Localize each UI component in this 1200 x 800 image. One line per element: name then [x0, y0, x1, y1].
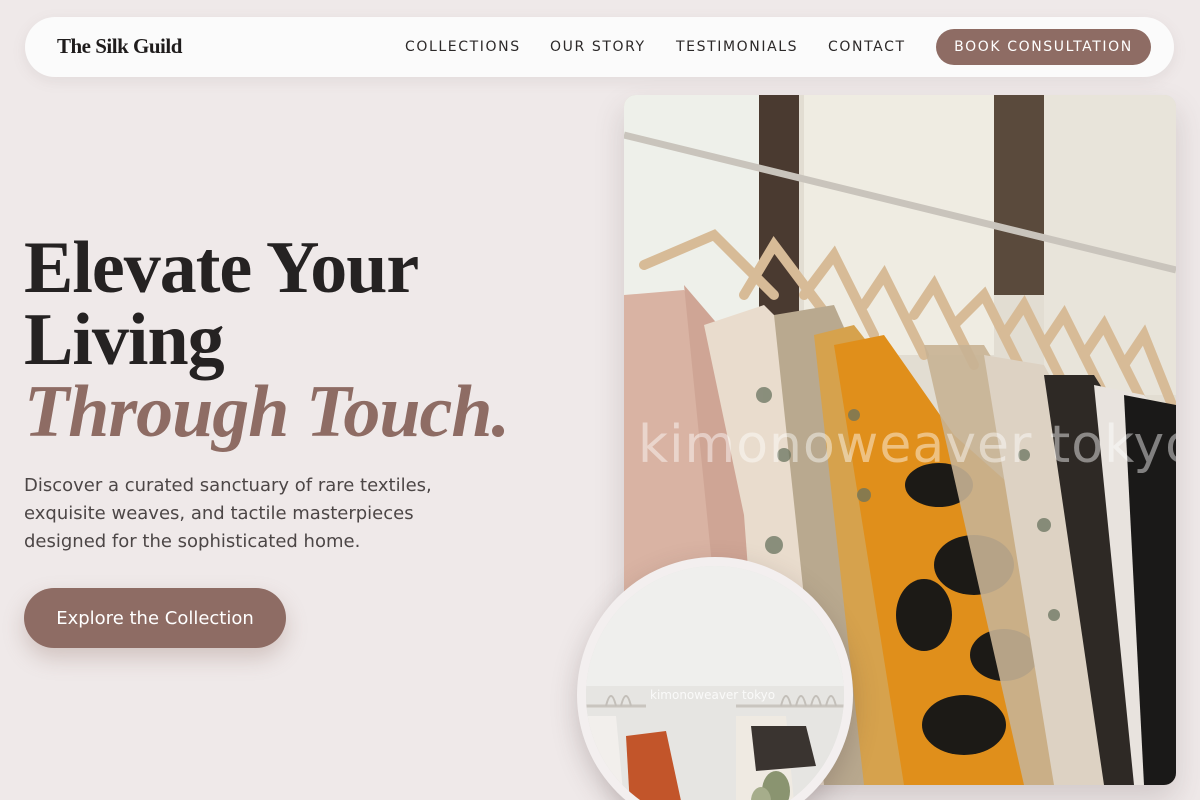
inset-image-clothing-display: kimonoweaver tokyo: [586, 566, 844, 800]
navbar: The Silk Guild COLLECTIONS OUR STORY TES…: [25, 17, 1174, 77]
nav-link-our-story[interactable]: OUR STORY: [550, 39, 646, 55]
brand-logo[interactable]: The Silk Guild: [57, 34, 182, 59]
inset-image-watermark: kimonoweaver tokyo: [650, 688, 776, 702]
inset-rack-illustration: [586, 566, 844, 800]
hero-description: Discover a curated sanctuary of rare tex…: [24, 475, 432, 552]
hero-heading-line-2: Living: [24, 299, 225, 381]
hero-inset-image: kimonoweaver tokyo: [577, 557, 853, 800]
hero-heading-line-1: Elevate Your: [24, 227, 419, 309]
main-image-watermark: kimonoweaver tokyo: [638, 415, 1176, 475]
nav-link-testimonials[interactable]: TESTIMONIALS: [676, 39, 798, 55]
hero-heading-accent: Through Touch.: [24, 371, 510, 453]
book-consultation-button[interactable]: BOOK CONSULTATION: [936, 29, 1151, 65]
explore-collection-button[interactable]: Explore the Collection: [24, 588, 286, 648]
nav-link-collections[interactable]: COLLECTIONS: [405, 39, 521, 55]
nav-link-contact[interactable]: CONTACT: [828, 39, 906, 55]
